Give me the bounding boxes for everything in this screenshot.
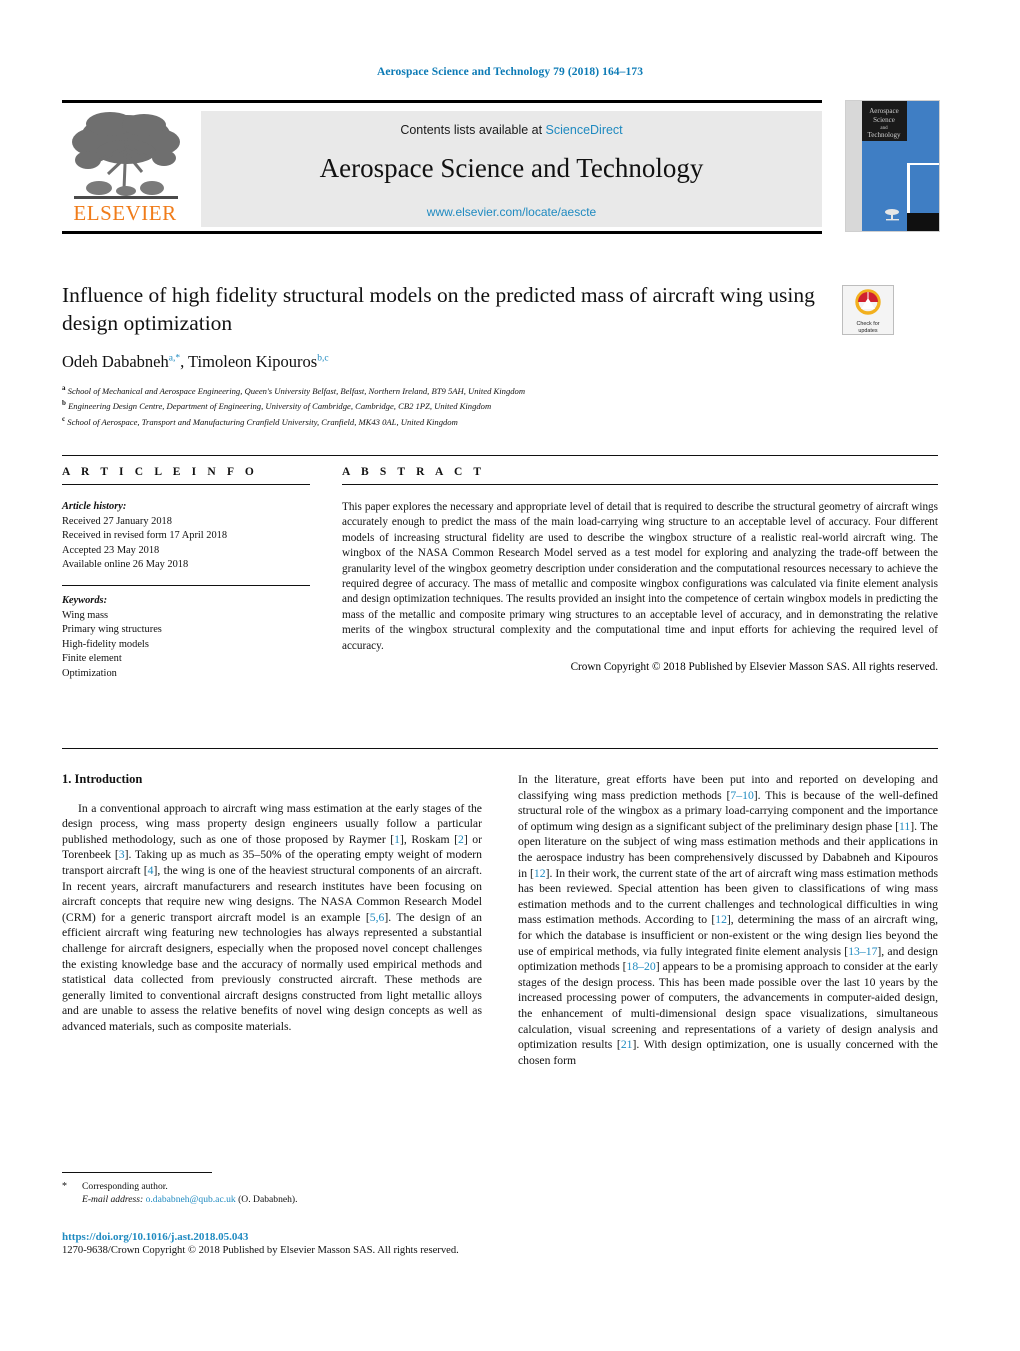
sciencedirect-link[interactable]: ScienceDirect	[546, 123, 623, 137]
journal-url-link[interactable]: www.elsevier.com/locate/aescte	[201, 205, 822, 219]
email-owner: (O. Dababneh).	[238, 1194, 298, 1206]
article-history-block: Article history: Received 27 January 201…	[62, 500, 310, 573]
keywords-rule	[62, 584, 310, 586]
corresponding-author-note: Corresponding author.	[82, 1181, 168, 1192]
email-link[interactable]: o.dababneh@qub.ac.uk	[146, 1194, 236, 1205]
svg-text:Technology: Technology	[868, 131, 901, 139]
history-item-received: Received 27 January 2018	[62, 515, 172, 527]
affiliation-b: b Engineering Design Centre, Department …	[62, 397, 938, 412]
footnote-star: *	[62, 1181, 67, 1192]
svg-text:Aerospace: Aerospace	[869, 107, 899, 115]
journal-masthead: ELSEVIER Contents lists available at Sci…	[62, 100, 940, 234]
crossmark-icon	[855, 289, 881, 315]
elsevier-logo: ELSEVIER	[64, 108, 186, 226]
affiliation-list: a School of Mechanical and Aerospace Eng…	[62, 382, 938, 428]
crossmark-badge[interactable]: Check for updates	[842, 285, 894, 335]
history-item-online: Available online 26 May 2018	[62, 559, 189, 571]
contents-available-line: Contents lists available at ScienceDirec…	[201, 123, 822, 137]
article-info-column: A R T I C L E I N F O Article history: R…	[62, 466, 310, 682]
article-history-label: Article history:	[62, 501, 127, 512]
page-title: Influence of high fidelity structural mo…	[62, 283, 815, 335]
elsevier-wordmark: ELSEVIER	[73, 201, 177, 225]
affiliation-text-a: School of Mechanical and Aerospace Engin…	[67, 385, 526, 396]
affiliation-a: a School of Mechanical and Aerospace Eng…	[62, 382, 938, 397]
keyword-item: Primary wing structures	[62, 624, 162, 636]
title-block: Influence of high fidelity structural mo…	[62, 281, 938, 428]
footnote-block: * Corresponding author. E-mail address: …	[62, 1180, 482, 1207]
elsevier-tree-icon	[72, 112, 180, 199]
affiliation-marker-c: c	[62, 414, 66, 423]
info-top-rule	[62, 455, 938, 456]
section-heading-introduction: 1. Introduction	[62, 772, 143, 786]
journal-cover-thumbnail: Aerospace Science and Technology	[845, 100, 940, 232]
article-info-heading: A R T I C L E I N F O	[62, 466, 258, 478]
abstract-copyright: Crown Copyright © 2018 Published by Else…	[570, 661, 938, 674]
abstract-rule	[342, 484, 938, 485]
author-list: Odeh Dababneha,*, Timoleon Kipourosb,c	[62, 352, 329, 371]
history-item-accepted: Accepted 23 May 2018	[62, 544, 160, 556]
intro-paragraph-left: In a conventional approach to aircraft w…	[62, 801, 482, 1033]
affiliation-c: c School of Aerospace, Transport and Man…	[62, 413, 938, 428]
body-column-left: 1. Introduction In a conventional approa…	[62, 772, 482, 1035]
paper-page: Aerospace Science and Technology 79 (201…	[0, 0, 1020, 1351]
crossmark-label-line2: updates	[858, 328, 878, 334]
affiliation-text-c: School of Aerospace, Transport and Manuf…	[67, 416, 458, 427]
email-note: E-mail address: o.dababneh@qub.ac.uk (O.…	[82, 1193, 482, 1206]
journal-cover-art: Aerospace Science and Technology	[846, 101, 939, 231]
issn-copyright-line: 1270-9638/Crown Copyright © 2018 Publish…	[62, 1245, 459, 1256]
abstract-text: This paper explores the necessary and ap…	[342, 501, 938, 652]
keyword-item: High-fidelity models	[62, 638, 149, 650]
contents-prefix: Contents lists available at	[400, 123, 546, 137]
masthead-bottom-rule	[62, 231, 822, 234]
footer-block: https://doi.org/10.1016/j.ast.2018.05.04…	[62, 1231, 662, 1256]
journal-title: Aerospace Science and Technology	[319, 153, 704, 183]
abstract-heading: A B S T R A C T	[342, 466, 486, 478]
history-item-revised: Received in revised form 17 April 2018	[62, 530, 228, 542]
keyword-item: Wing mass	[62, 609, 109, 621]
masthead-top-rule	[62, 100, 822, 103]
keyword-item: Finite element	[62, 653, 122, 665]
affiliation-marker-b: b	[62, 399, 66, 408]
doi-link[interactable]: https://doi.org/10.1016/j.ast.2018.05.04…	[62, 1231, 662, 1243]
keywords-label: Keywords:	[62, 594, 108, 606]
svg-text:Science: Science	[873, 116, 895, 124]
abstract-column: A B S T R A C T This paper explores the …	[342, 466, 938, 673]
body-top-rule	[62, 748, 938, 749]
body-column-right: In the literature, great efforts have be…	[518, 772, 938, 1068]
article-info-rule	[62, 484, 310, 485]
intro-paragraph-right: In the literature, great efforts have be…	[518, 773, 938, 1067]
affiliation-marker-a: a	[62, 384, 66, 392]
keywords-block: Keywords: Wing mass Primary wing structu…	[62, 594, 310, 682]
running-head: Aerospace Science and Technology 79 (201…	[376, 66, 644, 78]
keyword-item: Optimization	[62, 667, 117, 679]
crossmark-label-line1: Check for	[856, 321, 880, 327]
affiliation-text-b: Engineering Design Centre, Department of…	[68, 401, 492, 412]
footnote-rule	[62, 1172, 212, 1173]
masthead-panel: Contents lists available at ScienceDirec…	[201, 111, 822, 227]
email-label: E-mail address:	[82, 1194, 144, 1206]
